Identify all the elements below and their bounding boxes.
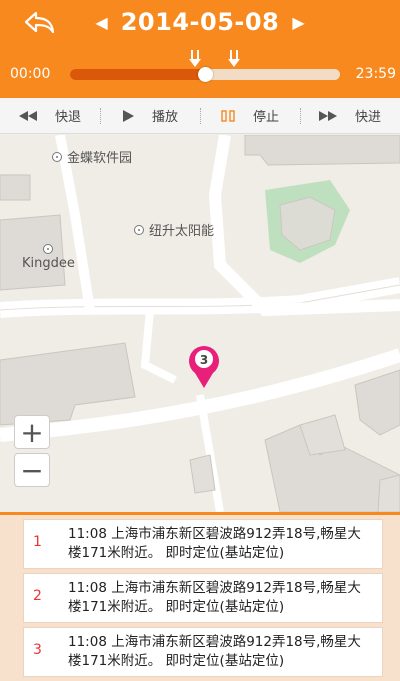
poi-marker-icon (134, 224, 144, 235)
pause-icon (221, 109, 235, 122)
rewind-icon (18, 110, 37, 121)
stop-label: 停止 (252, 110, 279, 125)
poi-kingdee[interactable]: Kingdee (22, 244, 75, 271)
fast-forward-label: 快进 (354, 110, 381, 125)
item-number: 3 (33, 642, 42, 658)
timeline-slider-thumb[interactable] (198, 67, 213, 82)
poi-label: 纽升太阳能 (149, 224, 215, 239)
timeline-end-time: 23:59 (355, 66, 396, 82)
timeline-marker-icon (189, 50, 201, 67)
timeline-slider-fill (70, 69, 205, 80)
poi-kingdee-park[interactable]: 金蝶软件园 (52, 147, 132, 166)
item-number: 1 (33, 534, 42, 550)
item-number: 2 (33, 588, 42, 604)
list-item[interactable]: 3 11:08 上海市浦东新区碧波路912弄18号,畅星大楼171米附近。 即时… (23, 627, 383, 677)
list-item[interactable]: 1 11:08 上海市浦东新区碧波路912弄18号,畅星大楼171米附近。 即时… (23, 519, 383, 569)
fast-forward-button[interactable]: 快进 (300, 98, 400, 133)
zoom-out-button[interactable]: − (14, 453, 50, 487)
stop-button[interactable]: 停止 (200, 98, 300, 133)
current-date[interactable]: 2014-05-08 (121, 8, 280, 36)
timeline-start-time: 00:00 (10, 66, 51, 82)
item-address: 11:08 上海市浦东新区碧波路912弄18号,畅星大楼171米附近。 即时定位… (68, 526, 361, 561)
rewind-button[interactable]: 快退 (0, 98, 100, 133)
item-address: 11:08 上海市浦东新区碧波路912弄18号,畅星大楼171米附近。 即时定位… (68, 580, 361, 615)
poi-solar-company[interactable]: 纽升太阳能 (134, 220, 214, 239)
location-pin-icon[interactable]: 3 (186, 343, 222, 389)
poi-label: Kingdee (22, 256, 75, 271)
play-button[interactable]: 播放 (100, 98, 200, 133)
timeline-markers (0, 50, 400, 68)
poi-label: 金蝶软件园 (67, 151, 133, 166)
poi-marker-icon (52, 151, 62, 162)
map-view[interactable]: 金蝶软件园 纽升太阳能 Kingdee 3 + − (0, 135, 400, 512)
plus-icon: + (20, 415, 44, 449)
item-address: 11:08 上海市浦东新区碧波路912弄18号,畅星大楼171米附近。 即时定位… (68, 634, 361, 669)
playback-controls: 快退 播放 停止 快进 (0, 98, 400, 134)
list-item[interactable]: 2 11:08 上海市浦东新区碧波路912弄18号,畅星大楼171米附近。 即时… (23, 573, 383, 623)
top-header: ◀ 2014-05-08 ▶ 00:00 23:59 (0, 0, 400, 98)
minus-icon: − (20, 453, 44, 487)
fast-forward-icon (318, 110, 337, 121)
timeline-slider[interactable] (70, 67, 340, 82)
map-base (0, 135, 400, 512)
location-list: 1 11:08 上海市浦东新区碧波路912弄18号,畅星大楼171米附近。 即时… (0, 512, 400, 681)
poi-marker-icon (43, 244, 54, 254)
rewind-label: 快退 (54, 110, 81, 125)
play-label: 播放 (151, 110, 178, 125)
previous-date-arrow-icon[interactable]: ◀ (95, 13, 107, 32)
pin-label: 3 (200, 353, 208, 367)
play-icon (122, 109, 134, 122)
timeline-marker-icon (228, 50, 240, 67)
date-selector: ◀ 2014-05-08 ▶ (0, 8, 400, 36)
zoom-in-button[interactable]: + (14, 415, 50, 449)
next-date-arrow-icon[interactable]: ▶ (292, 13, 304, 32)
